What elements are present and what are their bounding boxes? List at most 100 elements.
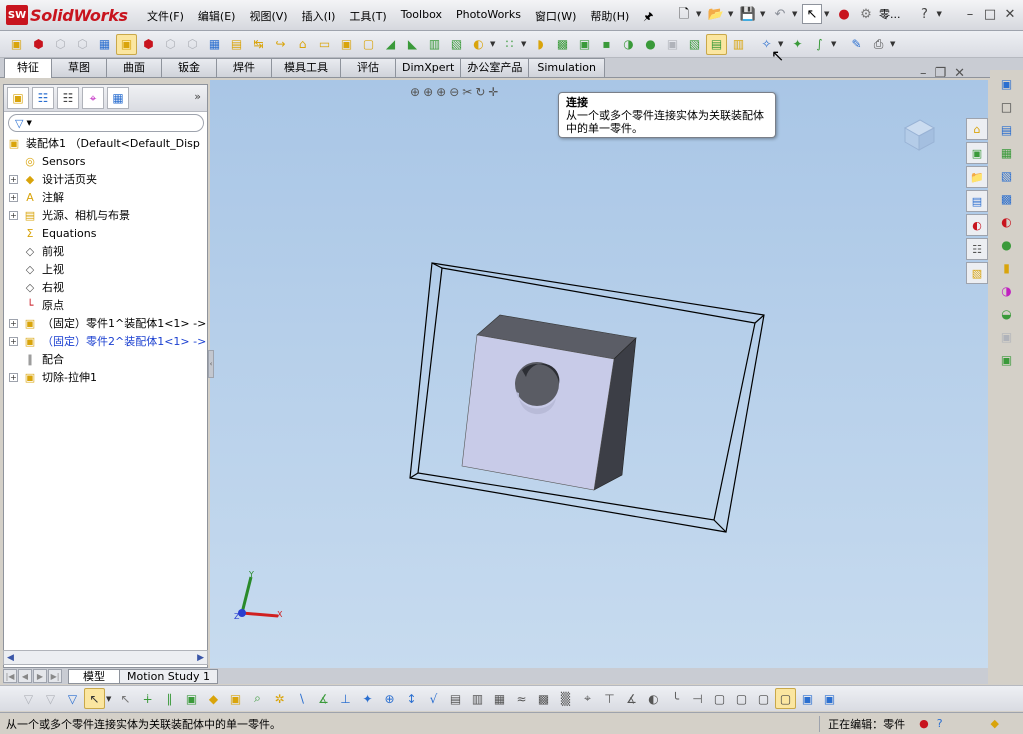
cut-revolve-icon[interactable]: ▢	[358, 34, 379, 55]
feature-manager-tab-icon[interactable]: ▣	[7, 87, 29, 109]
tab-mold-tools[interactable]: 模具工具	[271, 58, 341, 77]
mate-icon[interactable]: ⬡	[50, 34, 71, 55]
tab-features[interactable]: 特征	[4, 58, 52, 78]
rib-icon[interactable]: ▥	[424, 34, 445, 55]
filter-midpoints-icon[interactable]: ⊥	[335, 688, 356, 709]
tree-item-annotations[interactable]: + A 注解	[4, 188, 207, 206]
shell-icon[interactable]: ▧	[446, 34, 467, 55]
revolve-icon[interactable]: ↹	[248, 34, 269, 55]
filter-datum-targets-icon[interactable]: ▩	[533, 688, 554, 709]
curves-icon[interactable]: ✦	[787, 34, 808, 55]
render-tools-icon[interactable]: ▣	[996, 72, 1018, 95]
menu-window[interactable]: 窗口(W)	[528, 6, 583, 29]
property-manager-tab-icon[interactable]: ☷	[32, 87, 54, 109]
tab-evaluate[interactable]: 评估	[340, 58, 396, 77]
filter-connection-points-icon[interactable]: ∡	[621, 688, 642, 709]
filter-geometric-tolerance-icon[interactable]: ▤	[445, 688, 466, 709]
undo-dropdown-icon[interactable]: ▼	[792, 10, 800, 18]
previous-view-icon[interactable]: ⊕	[436, 85, 446, 99]
filter-edges-icon[interactable]: ∥	[159, 688, 180, 709]
filter-routing-points-icon[interactable]: ◐	[643, 688, 664, 709]
tab-office-products[interactable]: 办公室产品	[460, 58, 530, 77]
rotate-view-icon[interactable]: ↻	[475, 85, 485, 99]
split-icon[interactable]: ●	[640, 34, 661, 55]
options-icon[interactable]: ▣	[996, 348, 1018, 371]
solidworks-logo[interactable]: SW SolidWorks	[6, 5, 128, 25]
photo-output-icon[interactable]: ▩	[996, 187, 1018, 210]
select-icon[interactable]: ↖	[84, 688, 105, 709]
scene-icon[interactable]: ◐	[996, 210, 1018, 233]
draft-icon[interactable]: ◐	[468, 34, 489, 55]
edit-part-icon[interactable]: ▣	[116, 33, 137, 55]
menu-toolbox[interactable]: Toolbox	[394, 6, 449, 29]
expand-icon[interactable]: +	[9, 210, 18, 220]
decal-icon[interactable]: ◒	[996, 302, 1018, 325]
filter-surfaces-icon[interactable]: ◆	[203, 688, 224, 709]
document-options-icon[interactable]: ⚙	[856, 4, 876, 24]
open-dropdown-icon[interactable]: ▼	[728, 10, 736, 18]
filter-datum-features-icon[interactable]: ▦	[489, 688, 510, 709]
save-dropdown-icon[interactable]: ▼	[760, 10, 768, 18]
view-trimetric-icon[interactable]: ▢	[731, 688, 752, 709]
rotate-component-icon[interactable]: ⬡	[182, 34, 203, 55]
configuration-manager-tab-icon[interactable]: ☷	[57, 87, 79, 109]
filter-notes-icon[interactable]: ▥	[467, 688, 488, 709]
menu-insert[interactable]: 插入(I)	[295, 6, 343, 29]
view-orientation-cube-icon[interactable]	[903, 119, 936, 151]
spline-icon[interactable]: ∫	[809, 34, 830, 55]
move-component-icon[interactable]: ⬡	[160, 34, 181, 55]
edit-component-icon[interactable]: ▣	[6, 34, 27, 55]
photo-icon[interactable]: ▤	[996, 118, 1018, 141]
shaded-with-edges-icon[interactable]: ▣	[819, 688, 840, 709]
tree-item-lights-cameras[interactable]: + ▤ 光源、相机与布景	[4, 206, 207, 224]
tree-horizontal-scrollbar[interactable]: ◀ ▶	[3, 650, 208, 665]
filter-sketch-points-icon[interactable]: ∖	[291, 688, 312, 709]
menu-view[interactable]: 视图(V)	[242, 6, 294, 29]
save-icon[interactable]: 💾	[738, 4, 758, 24]
zoom-to-fit-icon[interactable]: ⊕	[410, 85, 420, 99]
panel-expand-icon[interactable]: »	[194, 90, 201, 103]
tab-weldments[interactable]: 焊件	[216, 58, 272, 77]
tree-item-mates[interactable]: ∥ 配合	[4, 350, 207, 368]
tree-item-sensors[interactable]: ◎ Sensors	[4, 152, 207, 170]
select-cursor-icon[interactable]: ↖	[802, 4, 822, 24]
sketch-tool-icon[interactable]: ✎	[846, 34, 867, 55]
dome-icon[interactable]: ◗	[530, 34, 551, 55]
menu-photoworks[interactable]: PhotoWorks	[449, 6, 528, 29]
filter-vertices-icon[interactable]: ∔	[137, 688, 158, 709]
photo-window-icon[interactable]: ▦	[996, 141, 1018, 164]
viewport-restore-icon[interactable]: ❐	[935, 66, 947, 81]
tree-root-assembly[interactable]: ▣ 装配体1 （Default<Default_Disp	[4, 134, 207, 152]
toggle-filter-icon[interactable]: ▽	[62, 688, 83, 709]
render-region-icon[interactable]: ▧	[996, 164, 1018, 187]
cut-extrude-icon[interactable]: ▣	[336, 34, 357, 55]
filter-toolbar-icon[interactable]: ▽	[18, 688, 39, 709]
filter-sketch-segments-icon[interactable]: ∡	[313, 688, 334, 709]
select-other-icon[interactable]: ↖	[115, 688, 136, 709]
tab-sketch[interactable]: 草图	[51, 58, 107, 77]
tab-simulation[interactable]: Simulation	[528, 58, 605, 77]
document-label[interactable]: 零...	[879, 6, 901, 22]
menu-file[interactable]: 文件(F)	[140, 6, 191, 29]
view-dimetric-icon[interactable]: ▢	[753, 688, 774, 709]
undo-icon[interactable]: ↶	[770, 4, 790, 24]
expand-icon[interactable]: +	[9, 372, 18, 382]
wrap-icon[interactable]: ▩	[552, 34, 573, 55]
expand-icon[interactable]: +	[9, 192, 18, 202]
sweep-icon[interactable]: ↪	[270, 34, 291, 55]
status-help-icon[interactable]: ?	[937, 717, 943, 730]
zoom-in-out-icon[interactable]: ⊖	[449, 85, 459, 99]
filter-blocks-icon[interactable]: ⌖	[577, 688, 598, 709]
new-dropdown-icon[interactable]: ▼	[696, 10, 704, 18]
move-body-icon[interactable]: ▧	[684, 34, 705, 55]
preview-render-icon[interactable]: □	[996, 95, 1018, 118]
display-manager-tab-icon[interactable]: ▦	[107, 87, 129, 109]
filter-dimensions-icon[interactable]: ↕	[401, 688, 422, 709]
tree-item-part2[interactable]: + ▣ （固定）零件2^装配体1<1> ->	[4, 332, 207, 350]
cavity-icon[interactable]: ▥	[728, 34, 749, 55]
selection-filter-icon[interactable]: ▽	[40, 688, 61, 709]
solid-block-part[interactable]	[461, 314, 637, 491]
spline-dropdown-icon[interactable]: ▼	[831, 40, 839, 48]
scroll-right-icon[interactable]: ▶	[197, 653, 204, 663]
insert-component-icon[interactable]: ⬢	[28, 34, 49, 55]
